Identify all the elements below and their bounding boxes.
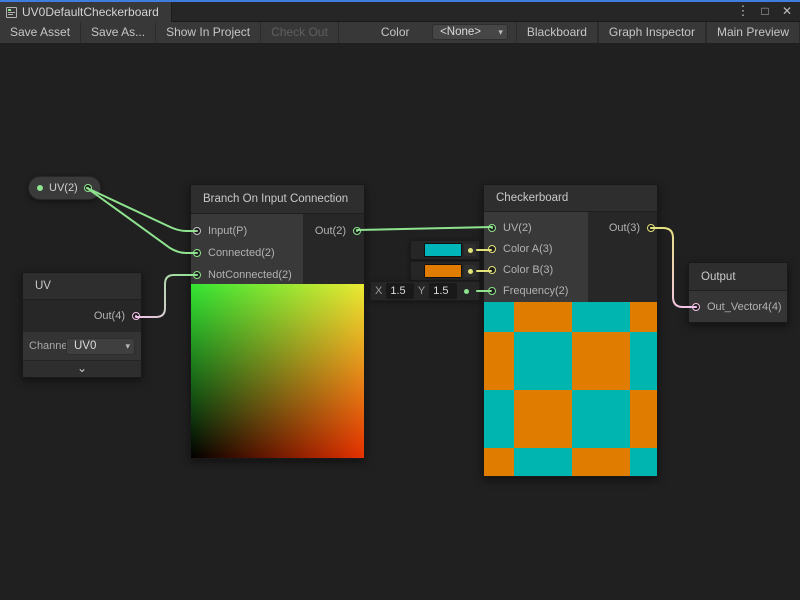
port-color-b-3[interactable] — [488, 266, 496, 274]
frequency-connector — [461, 285, 472, 297]
tab-bar: UV0DefaultCheckerboard — [0, 2, 800, 22]
port-notconnected-2[interactable] — [193, 271, 201, 279]
color-a-swatch[interactable] — [424, 243, 462, 257]
port-out-vector4-4[interactable] — [692, 303, 700, 311]
blackboard-button[interactable]: Blackboard — [516, 22, 598, 43]
port-input-p[interactable] — [193, 227, 201, 235]
connector-dot-icon — [468, 248, 473, 253]
port-label: Out(3) — [609, 222, 640, 234]
channel-value: UV0 — [74, 340, 96, 352]
channel-label: Channel — [29, 340, 66, 352]
port-connected-2[interactable] — [193, 249, 201, 257]
node-title: Output — [689, 263, 787, 291]
collapse-chevron-icon[interactable]: ⌄ — [23, 360, 141, 377]
port-label: NotConnected(2) — [208, 269, 292, 281]
node-output[interactable]: Output Out_Vector4(4) — [688, 262, 788, 323]
dropdown-arrow-icon: ▾ — [125, 339, 130, 353]
save-as-button[interactable]: Save As... — [81, 22, 156, 43]
port-cb-uv-2[interactable] — [488, 224, 496, 232]
tab-uv0defaultcheckerboard[interactable]: UV0DefaultCheckerboard — [0, 2, 172, 22]
toolbar-right: Blackboard Graph Inspector Main Preview — [516, 22, 800, 43]
node-checkerboard[interactable]: Checkerboard UV(2) Color A(3) Color B(3)… — [483, 184, 658, 477]
port-label: Frequency(2) — [503, 285, 568, 297]
dropdown-arrow-icon: ▾ — [498, 25, 503, 39]
node-uv2-property[interactable]: UV(2) — [28, 176, 101, 200]
color-b-connector — [464, 265, 476, 277]
port-frequency-2[interactable] — [488, 287, 496, 295]
color-mode-label: Color Mode — [371, 22, 432, 43]
property-dot-icon — [37, 185, 43, 191]
close-icon[interactable]: ✕ — [778, 4, 796, 18]
port-label: UV(2) — [503, 222, 532, 234]
color-a-widget — [410, 240, 480, 260]
node-uv[interactable]: UV Out(4) Channel UV0 ▾ ⌄ — [22, 272, 142, 378]
frequency-y-field[interactable]: 1.5 — [429, 283, 457, 299]
connector-dot-icon — [464, 289, 469, 294]
port-uv2-out[interactable] — [84, 184, 92, 192]
port-branch-out-2[interactable] — [353, 227, 361, 235]
maximize-icon[interactable]: □ — [756, 4, 774, 18]
save-asset-button[interactable]: Save Asset — [0, 22, 81, 43]
channel-row: Channel UV0 ▾ — [23, 332, 141, 360]
port-label: Connected(2) — [208, 247, 275, 259]
connector-dot-icon — [468, 269, 473, 274]
node-title: Checkerboard — [484, 185, 657, 212]
y-label: Y — [418, 285, 425, 297]
port-label: Color A(3) — [503, 243, 553, 255]
tab-title: UV0DefaultCheckerboard — [22, 5, 159, 19]
port-uv-out-4[interactable] — [132, 312, 140, 320]
port-color-a-3[interactable] — [488, 245, 496, 253]
port-label: Out(2) — [315, 225, 346, 237]
port-label: Out(4) — [94, 310, 125, 322]
property-label: UV(2) — [49, 182, 78, 194]
checkerboard-preview — [484, 302, 657, 476]
port-cb-out-3[interactable] — [647, 224, 655, 232]
port-label: Out_Vector4(4) — [707, 301, 782, 313]
color-a-connector — [464, 244, 476, 256]
frequency-widget: X 1.5 Y 1.5 — [370, 281, 480, 301]
frequency-x-field[interactable]: 1.5 — [386, 283, 414, 299]
graph-inspector-button[interactable]: Graph Inspector — [598, 22, 706, 43]
x-label: X — [375, 285, 382, 297]
port-label: Color B(3) — [503, 264, 553, 276]
color-b-swatch[interactable] — [424, 264, 462, 278]
show-in-project-button[interactable]: Show In Project — [156, 22, 261, 43]
window-controls: ⋮ □ ✕ — [734, 2, 796, 20]
color-mode-dropdown[interactable]: <None> ▾ — [432, 24, 508, 40]
color-b-widget — [410, 261, 480, 281]
toolbar: Save Asset Save As... Show In Project Ch… — [0, 22, 800, 44]
channel-dropdown[interactable]: UV0 ▾ — [66, 338, 135, 355]
kebab-menu-icon[interactable]: ⋮ — [734, 3, 752, 19]
branch-preview — [191, 284, 364, 458]
color-mode-value: <None> — [440, 26, 481, 38]
node-title: Branch On Input Connection — [191, 185, 364, 214]
port-label: Input(P) — [208, 225, 247, 237]
shader-graph-icon — [6, 7, 17, 18]
check-out-button: Check Out — [261, 22, 339, 43]
main-preview-button[interactable]: Main Preview — [706, 22, 800, 43]
node-title: UV — [23, 273, 141, 300]
node-branch-on-input-connection[interactable]: Branch On Input Connection Input(P) Conn… — [190, 184, 365, 459]
